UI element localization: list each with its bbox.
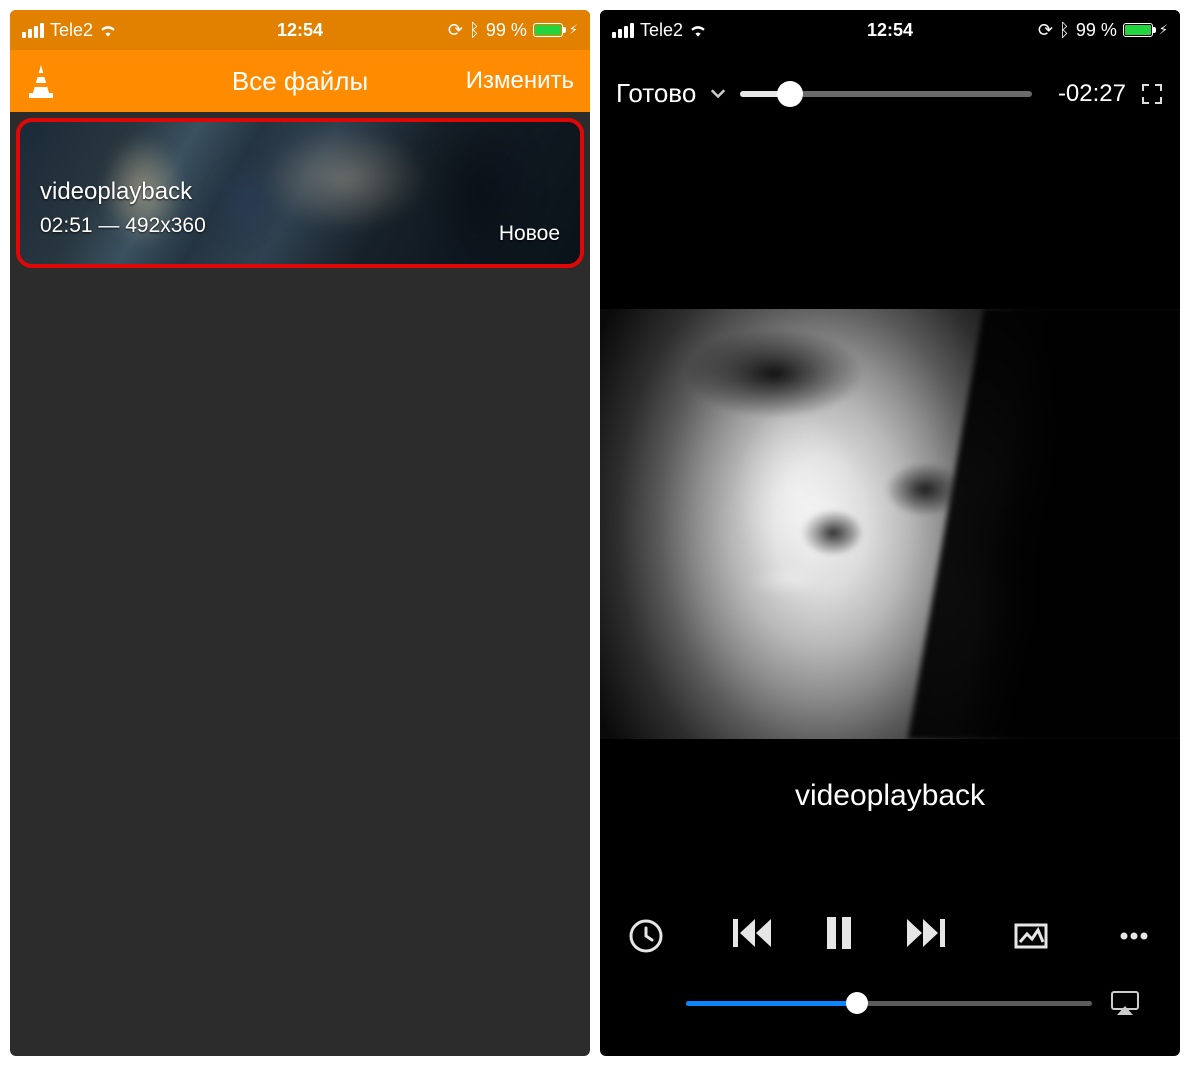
rotation-lock-icon: ⟳	[448, 20, 463, 41]
now-playing-title: videoplayback	[600, 779, 1180, 813]
volume-thumb[interactable]	[846, 992, 868, 1014]
bluetooth-icon: ᛒ	[469, 20, 480, 41]
video-list: videoplayback 02:51 — 492x360 Новое	[10, 112, 590, 274]
time-remaining-label: -02:27	[1046, 80, 1126, 108]
video-frame[interactable]	[600, 309, 1180, 739]
vlc-player-screen: Tele2 12:54 ⟳ ᛒ 99 % ⚡︎ Готово -02:27 vi…	[600, 10, 1180, 1056]
pause-button[interactable]	[817, 911, 861, 960]
aspect-ratio-icon	[1011, 916, 1051, 956]
skip-forward-icon	[905, 911, 949, 955]
carrier-label: Tele2	[50, 20, 93, 41]
done-button[interactable]: Готово	[616, 78, 696, 109]
skip-back-icon	[729, 911, 773, 955]
previous-button[interactable]	[729, 911, 773, 960]
more-options-button[interactable]	[1114, 916, 1154, 956]
video-item-meta: 02:51 — 492x360	[40, 214, 560, 238]
vlc-file-list-screen: Tele2 12:54 ⟳ ᛒ 99 % ⚡︎ Все файлы Измени…	[10, 10, 590, 1056]
pause-icon	[817, 911, 861, 955]
seek-thumb[interactable]	[777, 81, 803, 107]
chevron-down-icon[interactable]	[710, 89, 726, 99]
battery-icon	[533, 23, 563, 37]
battery-pct-label: 99 %	[1076, 20, 1117, 41]
carrier-label: Tele2	[640, 20, 683, 41]
battery-icon	[1123, 23, 1153, 37]
wifi-icon	[689, 23, 707, 37]
vlc-logo-icon[interactable]	[26, 63, 56, 99]
seek-slider[interactable]	[740, 91, 1032, 97]
clock-icon	[626, 916, 666, 956]
video-item-title: videoplayback	[40, 178, 560, 206]
rotation-lock-icon: ⟳	[1038, 20, 1053, 41]
bluetooth-icon: ᛒ	[1059, 20, 1070, 41]
edit-button[interactable]: Изменить	[466, 67, 574, 95]
playback-speed-button[interactable]	[626, 916, 666, 956]
battery-pct-label: 99 %	[486, 20, 527, 41]
charging-icon: ⚡︎	[1159, 22, 1168, 38]
player-top-bar: Готово -02:27	[600, 50, 1180, 129]
more-icon	[1114, 916, 1154, 956]
video-list-item[interactable]: videoplayback 02:51 — 492x360 Новое	[16, 118, 584, 268]
charging-icon: ⚡︎	[569, 22, 578, 38]
video-item-badge: Новое	[499, 222, 560, 246]
signal-bars-icon	[22, 23, 44, 38]
nav-bar: Все файлы Изменить	[10, 50, 590, 112]
page-title: Все файлы	[232, 66, 368, 97]
next-button[interactable]	[905, 911, 949, 960]
fullscreen-icon[interactable]	[1140, 82, 1164, 106]
clock-label: 12:54	[867, 20, 913, 41]
clock-label: 12:54	[277, 20, 323, 41]
ios-status-bar: Tele2 12:54 ⟳ ᛒ 99 % ⚡︎	[600, 10, 1180, 50]
wifi-icon	[99, 23, 117, 37]
airplay-icon[interactable]	[1110, 990, 1140, 1016]
volume-slider[interactable]	[686, 1001, 1092, 1006]
ios-status-bar: Tele2 12:54 ⟳ ᛒ 99 % ⚡︎	[10, 10, 590, 50]
aspect-ratio-button[interactable]	[1011, 916, 1051, 956]
player-bottom-controls	[600, 911, 1180, 1016]
signal-bars-icon	[612, 23, 634, 38]
